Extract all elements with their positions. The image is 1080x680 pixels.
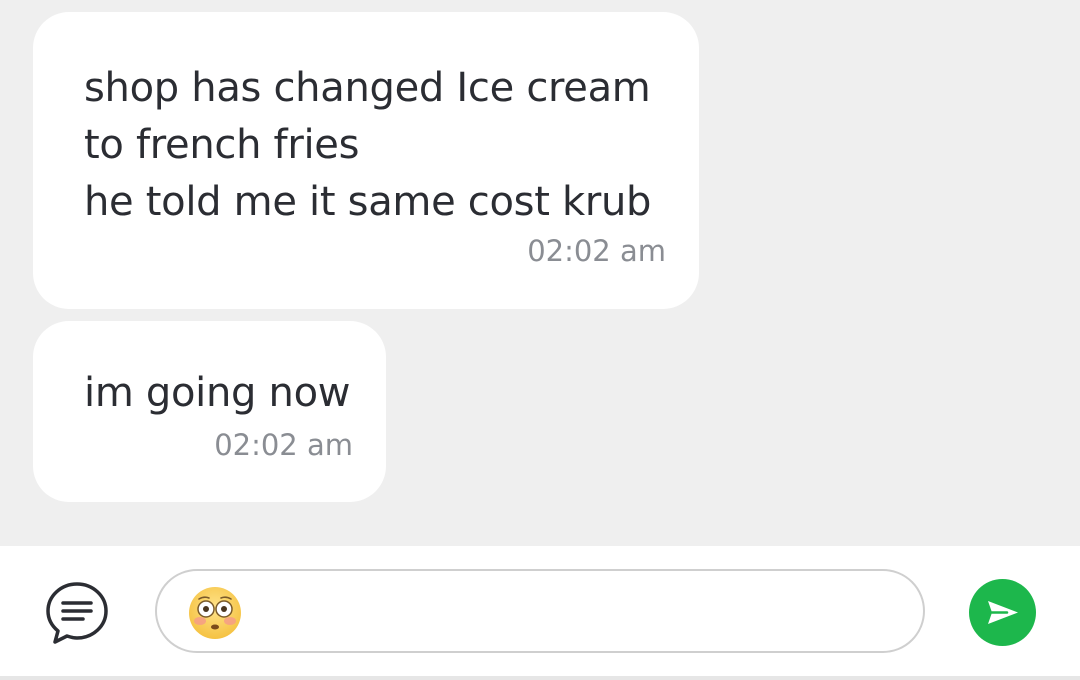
message-text: im going now: [84, 365, 353, 422]
message-line: shop has changed Ice cream: [84, 65, 651, 111]
flushed-face-emoji: [187, 585, 243, 641]
bottom-divider: [0, 676, 1080, 680]
message-line: to french fries: [84, 122, 360, 168]
message-line: im going now: [84, 370, 351, 416]
message-timestamp: 02:02 am: [214, 428, 353, 462]
message-menu-icon[interactable]: [44, 580, 110, 646]
message-bubble[interactable]: im going now 02:02 am: [33, 321, 386, 502]
send-button[interactable]: [969, 579, 1036, 646]
message-line: he told me it same cost krub: [84, 179, 652, 225]
message-input[interactable]: [155, 569, 925, 653]
chat-area: shop has changed Ice cream to french fri…: [0, 0, 1080, 546]
message-composer: [0, 546, 1080, 676]
message-bubble[interactable]: shop has changed Ice cream to french fri…: [33, 12, 699, 309]
message-timestamp: 02:02 am: [527, 234, 666, 268]
send-icon: [988, 601, 1018, 624]
message-text: shop has changed Ice cream to french fri…: [84, 60, 665, 231]
